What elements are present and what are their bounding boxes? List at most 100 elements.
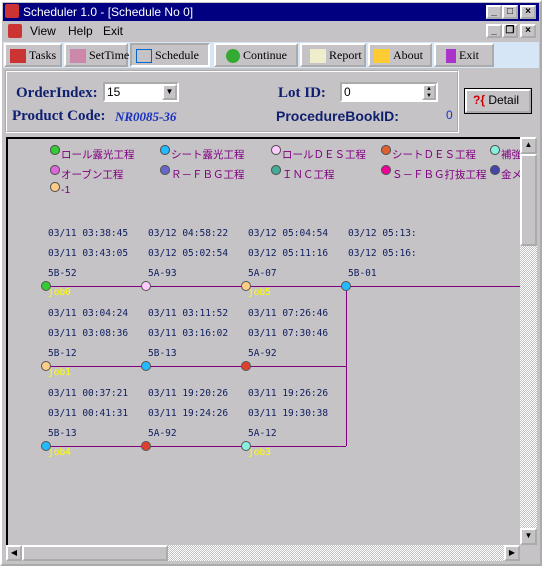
end-time: 03/11 00:41:31 <box>48 408 129 419</box>
close-button[interactable]: × <box>520 5 536 19</box>
detail-label: Detail <box>488 93 520 107</box>
schedule-label: Schedule <box>155 48 199 62</box>
job-label: job1 <box>48 367 71 378</box>
procedure-book-label: ProcedureBookID: <box>276 108 399 124</box>
legend-dot-4 <box>490 145 500 155</box>
about-button[interactable]: About <box>368 43 432 67</box>
row-connector <box>46 366 346 367</box>
menu-view[interactable]: View <box>30 22 56 40</box>
schedule-node <box>141 361 151 371</box>
child-restore-button[interactable]: ❐ <box>502 24 518 38</box>
machine-id: 5B-12 <box>48 348 77 359</box>
legend-dot-8 <box>381 165 391 175</box>
machine-id: 5A-12 <box>248 428 277 439</box>
tasks-icon <box>10 49 26 64</box>
legend-dot-6 <box>160 165 170 175</box>
title-bar: Scheduler 1.0 - [Schedule No 0] <box>3 3 539 21</box>
end-time: 03/11 03:08:36 <box>48 328 129 339</box>
product-code-value: NR0085-36 <box>115 109 177 124</box>
start-time: 03/11 03:04:24 <box>48 308 129 319</box>
legend-dot-5 <box>50 165 60 175</box>
procedure-book-value: 0 <box>446 108 453 122</box>
start-time: 03/11 19:26:26 <box>248 388 329 399</box>
child-minimize-button[interactable]: _ <box>486 24 502 38</box>
start-time: 03/11 19:20:26 <box>148 388 229 399</box>
end-time: 03/12 05:16: <box>348 248 417 259</box>
order-index-label: OrderIndex: <box>16 85 98 101</box>
legend-dot-10 <box>50 182 60 192</box>
spinner-arrows-icon[interactable]: ▲ ▼ <box>422 84 436 100</box>
tasks-button[interactable]: Tasks <box>4 43 62 67</box>
child-close-button[interactable]: × <box>520 24 536 38</box>
scroll-left-button[interactable]: ◀ <box>6 545 22 561</box>
continue-button[interactable]: Continue <box>214 43 298 67</box>
exit-icon <box>446 49 456 64</box>
settime-button[interactable]: SetTime <box>64 43 130 67</box>
vertical-scroll-thumb[interactable] <box>520 154 537 246</box>
menu-help[interactable]: Help <box>68 22 93 40</box>
legend-dot-0 <box>50 145 60 155</box>
about-icon <box>374 49 390 64</box>
doc-icon <box>8 24 22 38</box>
scroll-right-button[interactable]: ▶ <box>504 545 520 561</box>
scroll-up-button[interactable]: ▲ <box>520 137 537 154</box>
machine-id: 5A-07 <box>248 268 277 279</box>
machine-id: 5B-13 <box>48 428 77 439</box>
menu-exit[interactable]: Exit <box>103 22 123 40</box>
schedule-button[interactable]: Schedule <box>130 43 210 67</box>
exit-label: Exit <box>459 48 479 62</box>
order-index-value: 15 <box>107 85 121 99</box>
app-icon <box>5 4 19 18</box>
chevron-down-icon[interactable]: ▼ <box>162 84 177 100</box>
job-label: job0 <box>48 287 71 298</box>
report-icon <box>310 49 326 64</box>
lot-id-value: 0 <box>344 85 351 99</box>
schedule-node <box>341 281 351 291</box>
horizontal-scroll-thumb[interactable] <box>22 545 168 561</box>
schedule-node <box>241 361 251 371</box>
lot-id-label: Lot ID: <box>278 85 326 101</box>
detail-button[interactable]: ?{ Detail <box>464 88 532 114</box>
legend-label: ロール露光工程 <box>61 149 135 161</box>
about-label: About <box>393 48 423 62</box>
maximize-button[interactable]: □ <box>502 5 518 19</box>
job-label: job4 <box>48 447 71 458</box>
legend-label: ＩＮＣ工程 <box>282 169 335 181</box>
legend-label: 補強 <box>501 149 520 161</box>
legend-dot-1 <box>160 145 170 155</box>
end-time: 03/11 03:43:05 <box>48 248 129 259</box>
help-icon: ?{ <box>473 93 485 107</box>
job-label: job3 <box>248 447 271 458</box>
calendar-icon <box>70 49 86 64</box>
legend-label: シート露光工程 <box>171 149 245 161</box>
schedule-canvas: ロール露光工程 シート露光工程 ロールＤＥＳ工程 シートＤＥＳ工程 補強オーブン工程 Ｒ－… <box>6 137 520 545</box>
start-time: 03/11 00:37:21 <box>48 388 129 399</box>
continue-icon <box>226 49 240 64</box>
exit-button[interactable]: Exit <box>434 43 494 67</box>
continue-label: Continue <box>243 48 287 62</box>
machine-id: 5A-93 <box>148 268 177 279</box>
legend-label: Ｒ－ＦＢＧ工程 <box>171 169 245 181</box>
settime-label: SetTime <box>89 48 130 62</box>
machine-id: 5B-01 <box>348 268 377 279</box>
end-time: 03/11 07:30:46 <box>248 328 329 339</box>
legend-label: ロールＤＥＳ工程 <box>282 149 366 161</box>
start-time: 03/11 03:38:45 <box>48 228 129 239</box>
end-time: 03/11 19:30:38 <box>248 408 329 419</box>
legend-dot-3 <box>381 145 391 155</box>
machine-id: 5B-52 <box>48 268 77 279</box>
legend-label: オーブン工程 <box>61 169 124 181</box>
legend-dot-7 <box>271 165 281 175</box>
report-button[interactable]: Report <box>300 43 366 67</box>
vertical-connector <box>346 286 347 446</box>
row-connector <box>46 446 346 447</box>
schedule-node <box>141 441 151 451</box>
legend-label: シートＤＥＳ工程 <box>392 149 476 161</box>
minimize-button[interactable]: _ <box>486 5 502 19</box>
product-code-label: Product Code: <box>12 108 106 124</box>
schedule-node <box>141 281 151 291</box>
start-time: 03/12 05:13: <box>348 228 417 239</box>
scroll-down-button[interactable]: ▼ <box>520 528 537 545</box>
start-time: 03/11 03:11:52 <box>148 308 229 319</box>
start-time: 03/12 04:58:22 <box>148 228 229 239</box>
